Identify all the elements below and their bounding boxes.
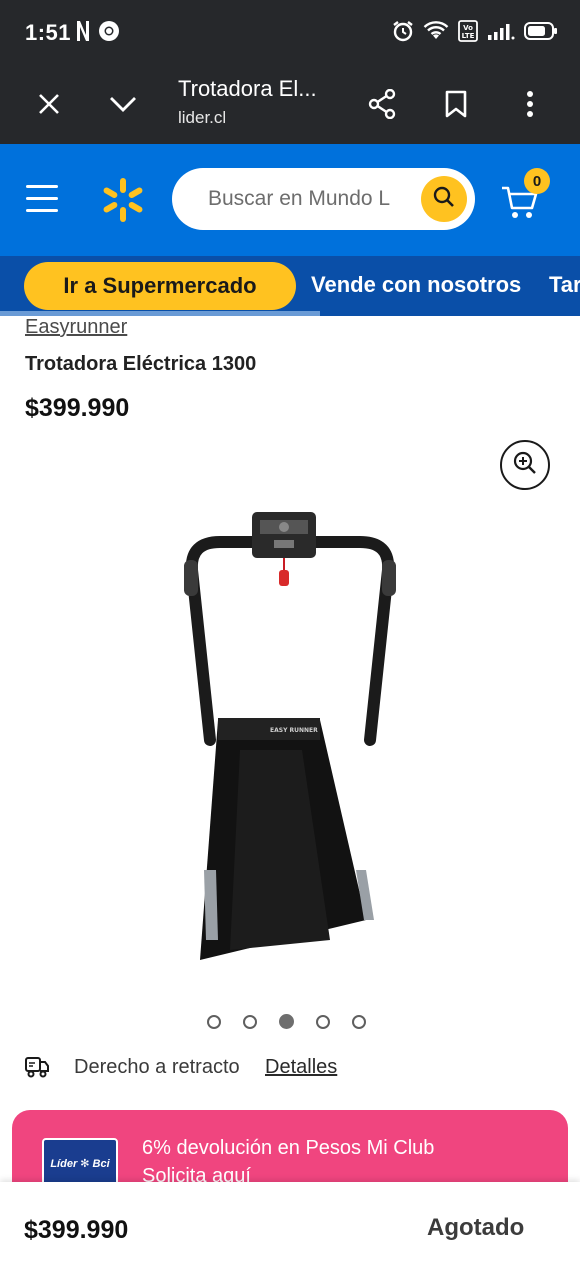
status-bar: 1:51 Vo LTE (0, 0, 580, 68)
product-price: $399.990 (25, 394, 130, 422)
lider-bci-card-image: Líder ✻ Bci (42, 1138, 118, 1188)
availability-status: Agotado (427, 1214, 525, 1241)
product-image-label: EASY RUNNER (270, 727, 318, 734)
zoom-button[interactable] (500, 440, 550, 490)
cart-count-badge: 0 (524, 168, 550, 194)
share-icon (368, 88, 396, 124)
image-carousel-dots (207, 1014, 366, 1029)
carousel-dot-active[interactable] (279, 1014, 294, 1029)
page-title: Trotadora El... (178, 76, 317, 101)
supermarket-button[interactable]: Ir a Supermercado (24, 262, 296, 310)
close-tab-button[interactable] (27, 84, 71, 128)
carousel-dot[interactable] (316, 1014, 330, 1029)
menu-button[interactable] (24, 182, 62, 216)
nav-strip: Ir a Supermercado Vende con nosotros Tar (0, 256, 580, 316)
search-bar (172, 168, 475, 230)
search-button[interactable] (421, 176, 467, 222)
menu-icon (26, 185, 58, 188)
bottom-purchase-bar: $399.990 Agotado (0, 1182, 580, 1280)
page-url: lider.cl (178, 108, 227, 127)
share-button[interactable] (360, 84, 404, 128)
browser-toolbar: Trotadora El... lider.cl (0, 68, 580, 144)
nav-link-more[interactable]: Tar (549, 272, 580, 298)
bottom-price: $399.990 (24, 1216, 129, 1244)
site-header: 0 (0, 144, 580, 256)
more-options-button[interactable] (508, 84, 552, 128)
netflix-icon (76, 20, 90, 47)
carousel-dot[interactable] (243, 1014, 257, 1029)
bookmark-button[interactable] (434, 84, 478, 128)
svg-text:LTE: LTE (462, 32, 475, 40)
alarm-icon (392, 20, 414, 47)
product-image[interactable]: EASY RUNNER (170, 500, 410, 980)
svg-text:Vo: Vo (463, 24, 473, 32)
wifi-icon (423, 21, 449, 46)
more-vert-icon (526, 90, 534, 123)
search-icon (433, 186, 455, 213)
chrome-icon (98, 20, 120, 47)
minimize-tab-button[interactable] (101, 84, 145, 128)
return-policy-row: Derecho a retracto Detalles (24, 1054, 564, 1084)
signal-icon (487, 21, 515, 46)
carousel-dot[interactable] (352, 1014, 366, 1029)
search-input[interactable] (208, 184, 408, 214)
carousel-dot[interactable] (207, 1014, 221, 1029)
zoom-in-icon (512, 450, 538, 481)
delivery-truck-icon (24, 1055, 50, 1079)
bookmark-icon (445, 90, 467, 123)
nav-link-sell[interactable]: Vende con nosotros (311, 272, 521, 298)
status-time: 1:51 (25, 20, 72, 45)
return-policy-text: Derecho a retracto (74, 1056, 240, 1078)
promo-title: 6% devolución en Pesos Mi Club (142, 1137, 435, 1159)
brand-link[interactable]: Easyrunner (25, 316, 127, 339)
walmart-spark-logo[interactable] (100, 177, 146, 223)
battery-icon (524, 21, 558, 46)
return-policy-details-link[interactable]: Detalles (265, 1056, 337, 1079)
volte-icon: Vo LTE (458, 20, 478, 47)
product-title: Trotadora Eléctrica 1300 (25, 353, 257, 375)
chevron-down-icon (109, 95, 137, 118)
close-icon (37, 92, 61, 121)
